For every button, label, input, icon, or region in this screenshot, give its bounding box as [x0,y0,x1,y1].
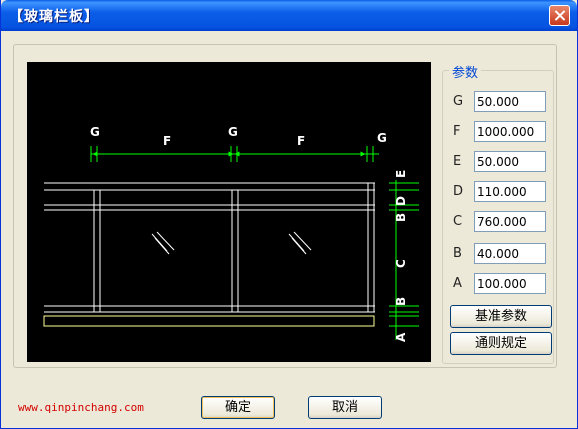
label-param-f: F [453,124,461,139]
close-button[interactable] [549,5,570,26]
param-a-input[interactable] [474,273,546,294]
label-a: A [394,332,408,342]
label-param-e: E [453,154,462,169]
label-c: C [394,259,408,268]
label-param-d: D [453,184,464,199]
label-g1: G [90,125,100,139]
label-g3: G [377,131,387,145]
base-plate [43,315,375,327]
param-b-input[interactable] [474,243,546,264]
label-b1: B [394,213,408,222]
drawing-preview: G F G F G E D C B B A [27,62,431,362]
param-g-input[interactable] [474,91,546,112]
label-e: E [394,170,408,178]
website-text: www.qinpinchang.com [18,401,144,414]
general-rules-button[interactable]: 通则规定 [450,332,552,355]
param-f-input[interactable] [474,121,546,142]
railing-diagram: G F G F G E D C B B A [43,125,419,342]
label-param-c: C [453,214,463,229]
label-g2: G [228,125,238,139]
label-f2: F [297,134,305,148]
label-f1: F [163,134,171,148]
window-title: 【玻璃栏板】 [9,9,99,25]
posts [93,183,375,312]
base-params-button[interactable]: 基准参数 [450,305,552,328]
label-param-a: A [453,276,462,291]
param-e-input[interactable] [474,151,546,172]
label-param-g: G [453,94,464,109]
param-d-input[interactable] [474,181,546,202]
params-legend: 参数 [449,62,482,81]
dialog-window: 【玻璃栏板】 G F G F G E D C B B A 参数 G 50.000… [0,0,578,429]
cancel-button[interactable]: 取消 [308,396,382,419]
title-bar[interactable]: 【玻璃栏板】 [1,0,577,31]
label-param-b: B [453,246,462,261]
ok-button[interactable]: 确定 [201,396,275,419]
param-c-input[interactable] [474,211,546,232]
label-d: D [394,196,408,206]
label-b2: B [394,297,408,306]
